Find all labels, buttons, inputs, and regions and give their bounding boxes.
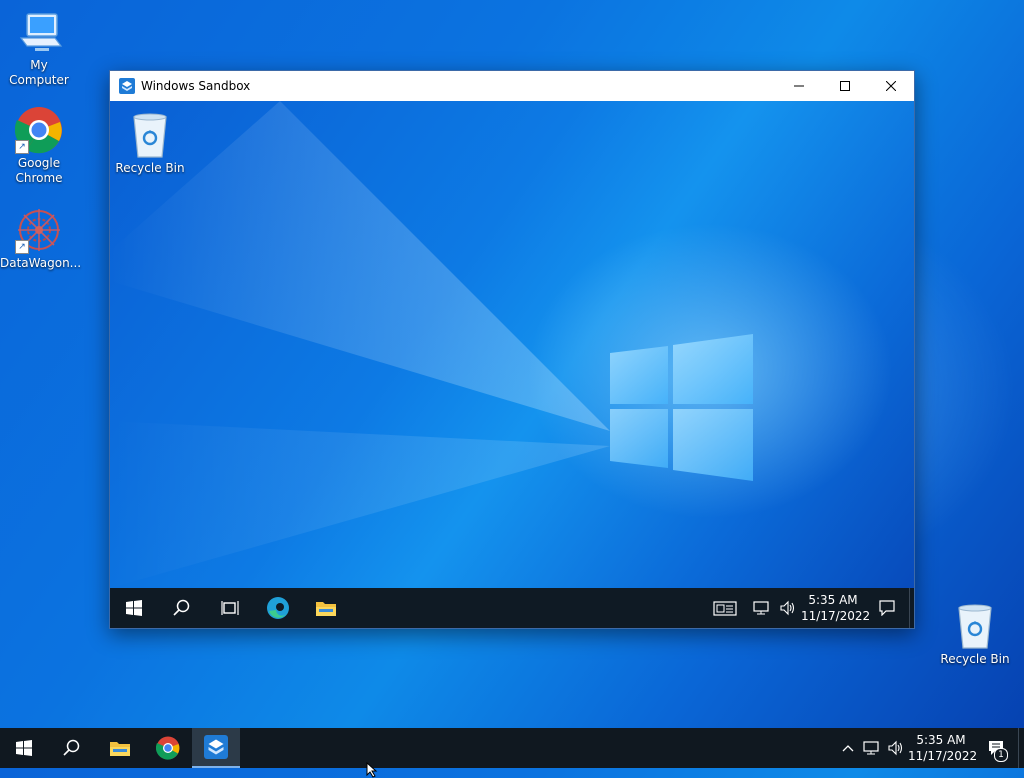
edge-icon <box>267 597 289 619</box>
network-icon <box>753 601 769 615</box>
host-clock[interactable]: 5:35 AM 11/17/2022 <box>908 732 978 764</box>
desktop-icon-recycle-bin[interactable]: Recycle Bin <box>936 602 1014 667</box>
news-widget-button[interactable] <box>701 588 749 628</box>
close-button[interactable] <box>868 71 914 101</box>
desktop-icon-datawagon[interactable]: ↗ DataWagon... <box>0 206 82 271</box>
file-explorer-taskbar-button[interactable] <box>96 728 144 768</box>
action-center-button[interactable]: 1 <box>974 728 1018 768</box>
folder-icon <box>316 602 336 616</box>
computer-icon <box>15 8 63 56</box>
recycle-bin-icon <box>126 111 174 159</box>
chrome-taskbar-button[interactable] <box>144 728 192 768</box>
clock-time: 5:35 AM <box>916 733 966 747</box>
desktop-icon-google-chrome[interactable]: ↗ Google Chrome <box>0 106 78 186</box>
folder-icon <box>110 742 130 756</box>
chrome-icon: ↗ <box>14 106 63 154</box>
desktop-icon-label: Google Chrome <box>15 156 63 185</box>
shortcut-arrow-icon: ↗ <box>15 140 29 154</box>
show-desktop-button[interactable] <box>909 588 914 628</box>
task-view-icon <box>221 601 239 615</box>
show-desktop-button[interactable] <box>1018 728 1024 768</box>
start-button[interactable] <box>0 728 48 768</box>
maximize-icon <box>840 81 850 91</box>
sandbox-app-icon <box>204 735 228 759</box>
inner-desktop-icon-recycle-bin[interactable]: Recycle Bin <box>112 111 188 176</box>
search-icon <box>173 599 190 616</box>
desktop-icon-my-computer[interactable]: My Computer <box>0 8 78 88</box>
desktop-icon-label: DataWagon... <box>0 256 82 270</box>
speaker-icon <box>780 600 795 616</box>
desktop-icon-label: Recycle Bin <box>940 652 1010 666</box>
minimize-icon <box>794 85 804 87</box>
minimize-button[interactable] <box>776 71 822 101</box>
chrome-icon <box>156 736 180 760</box>
windows-logo-wallpaper <box>610 334 753 481</box>
sandbox-window[interactable]: Windows Sandbox Recycle Bin 5:35 AM 11/1… <box>109 70 915 629</box>
clock-time: 5:35 AM <box>808 593 858 607</box>
desktop-icon-label: My Computer <box>9 58 69 87</box>
task-view-button[interactable] <box>206 588 254 628</box>
sandbox-app-icon <box>119 78 135 94</box>
file-explorer-taskbar-button[interactable] <box>302 588 350 628</box>
search-button[interactable] <box>158 588 206 628</box>
show-hidden-icons-button[interactable] <box>836 728 860 768</box>
start-button[interactable] <box>110 588 158 628</box>
edge-taskbar-button[interactable] <box>254 588 302 628</box>
window-title: Windows Sandbox <box>141 79 251 93</box>
desktop-icon-label: Recycle Bin <box>115 161 185 175</box>
speaker-icon <box>888 740 903 756</box>
maximize-button[interactable] <box>822 71 868 101</box>
sandbox-taskbar[interactable]: 5:35 AM 11/17/2022 <box>110 588 914 628</box>
title-bar[interactable]: Windows Sandbox <box>110 71 914 101</box>
clock-date: 11/17/2022 <box>801 609 871 623</box>
volume-button[interactable] <box>884 728 908 768</box>
news-icon <box>713 601 737 616</box>
datawagon-icon: ↗ <box>15 206 63 254</box>
sandbox-taskbar-button[interactable] <box>192 728 240 768</box>
host-taskbar[interactable]: 5:35 AM 11/17/2022 1 <box>0 728 1024 768</box>
sandbox-clock[interactable]: 5:35 AM 11/17/2022 <box>801 592 871 624</box>
notification-count-badge: 1 <box>994 748 1008 762</box>
mouse-cursor-icon <box>366 762 378 778</box>
shortcut-arrow-icon: ↗ <box>15 240 29 254</box>
sandbox-desktop[interactable]: Recycle Bin 5:35 AM 11/17/2022 <box>110 101 914 628</box>
clock-date: 11/17/2022 <box>908 749 978 763</box>
chevron-up-icon <box>842 745 854 752</box>
windows-start-icon <box>126 600 142 616</box>
windows-start-icon <box>16 740 32 756</box>
close-icon <box>886 81 896 91</box>
notification-icon <box>879 600 895 616</box>
recycle-bin-icon <box>951 602 999 650</box>
search-icon <box>63 739 80 756</box>
volume-button[interactable] <box>775 588 801 628</box>
network-button[interactable] <box>860 728 884 768</box>
wallpaper-beams <box>110 101 610 588</box>
search-button[interactable] <box>48 728 96 768</box>
network-button[interactable] <box>749 588 775 628</box>
action-center-button[interactable] <box>865 588 909 628</box>
network-icon <box>863 741 879 755</box>
